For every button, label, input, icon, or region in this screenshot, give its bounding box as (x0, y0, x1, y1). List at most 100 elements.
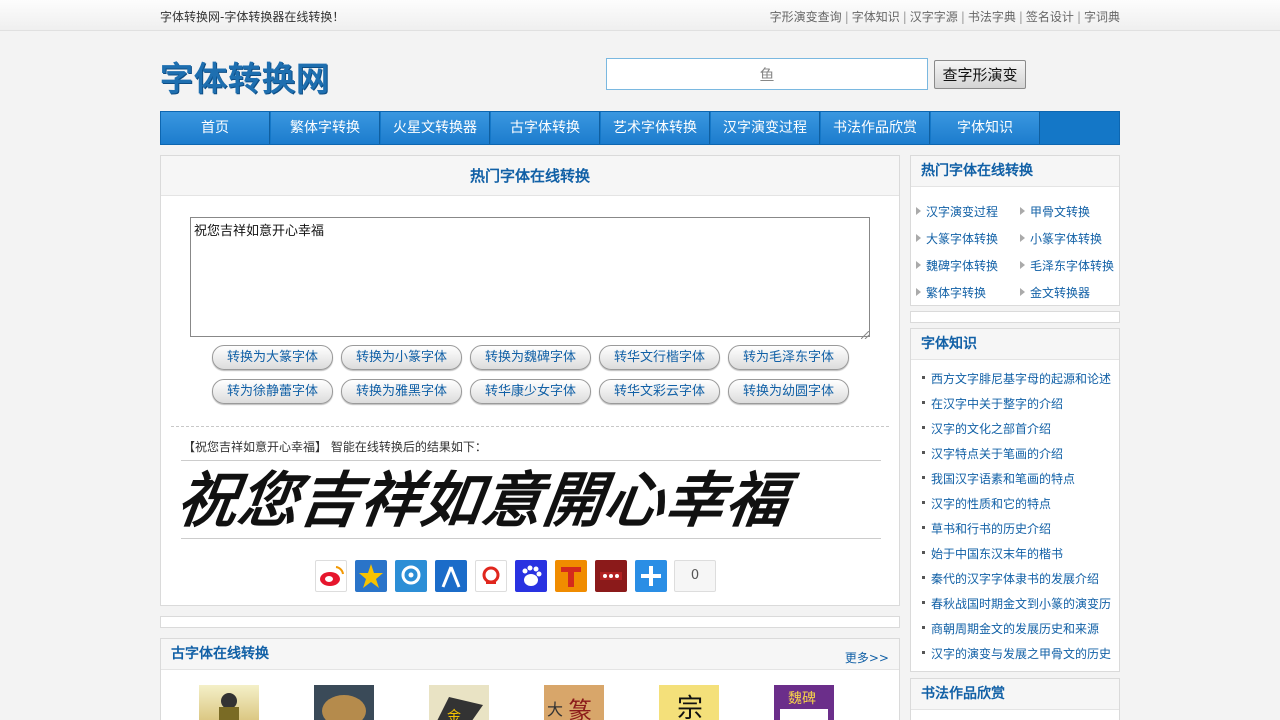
nav-calligraphy[interactable]: 书法作品欣赏 (821, 112, 930, 144)
triangle-bullet-icon (916, 207, 921, 215)
sidebar-hot-link[interactable]: 金文转换器 (1020, 284, 1090, 301)
bullet-icon (922, 501, 925, 504)
top-link-dictionary[interactable]: 字词典 (1084, 10, 1120, 24)
triangle-bullet-icon (1020, 234, 1025, 242)
convert-xujinglei-button[interactable]: 转为徐静蕾字体 (212, 379, 333, 404)
svg-text:金: 金 (447, 709, 461, 720)
triangle-bullet-icon (916, 234, 921, 242)
thumb-lishu[interactable]: 宗 (659, 685, 719, 720)
thumb-jinwen[interactable] (314, 685, 374, 720)
knowledge-link[interactable]: 汉字的文化之部首介绍 (922, 420, 1051, 437)
triangle-bullet-icon (916, 288, 921, 296)
baidu-icon[interactable] (515, 560, 547, 592)
ancient-font-panel: 古字体在线转换 更多>> 金 大篆 宗 魏碑 (160, 638, 900, 720)
bullet-icon (922, 601, 925, 604)
convert-maozedong-button[interactable]: 转为毛泽东字体 (728, 345, 849, 370)
result-calligraphy-image: 祝您吉祥如意開心幸福 (181, 465, 801, 535)
knowledge-link[interactable]: 商朝周期金文的发展历史和来源 (922, 620, 1099, 637)
top-bar: 字体转换网-字体转换器在线转换！ 字形演变查询 | 字体知识 | 汉字字源 | 书法字典 | 签… (0, 0, 1280, 31)
triangle-bullet-icon (1020, 207, 1025, 215)
convert-weibei-button[interactable]: 转换为魏碑字体 (470, 345, 591, 370)
result-input-echo: 【祝您吉祥如意开心幸福】 (183, 440, 328, 454)
knowledge-link[interactable]: 西方文字腓尼基字母的起源和论述 (922, 370, 1111, 387)
bullet-icon (922, 626, 925, 629)
sidebar-calligraphy-title: 书法作品欣赏 (911, 679, 1119, 710)
triangle-bullet-icon (1020, 288, 1025, 296)
triangle-bullet-icon (1020, 261, 1025, 269)
nav-art-font[interactable]: 艺术字体转换 (601, 112, 710, 144)
convert-dazhuan-button[interactable]: 转换为大篆字体 (212, 345, 333, 370)
nav-martian[interactable]: 火星文转换器 (381, 112, 490, 144)
knowledge-link[interactable]: 草书和行书的历史介绍 (922, 520, 1051, 537)
top-link-char-origin[interactable]: 汉字字源 (910, 10, 958, 24)
convert-yahei-button[interactable]: 转换为雅黑字体 (341, 379, 462, 404)
resize-handle[interactable] (860, 328, 870, 340)
knowledge-link[interactable]: 汉字特点关于笔画的介绍 (922, 445, 1063, 462)
bullet-icon (922, 526, 925, 529)
nav-home[interactable]: 首页 (161, 112, 270, 144)
convert-shaonv-button[interactable]: 转华康少女字体 (470, 379, 591, 404)
sidebar-calligraphy-panel: 书法作品欣赏 (910, 678, 1120, 720)
nav-evolution[interactable]: 汉字演变过程 (711, 112, 820, 144)
nav-ancient-font[interactable]: 古字体转换 (491, 112, 600, 144)
tianya-icon[interactable] (555, 560, 587, 592)
knowledge-link[interactable]: 秦代的汉字字体隶书的发展介绍 (922, 570, 1099, 587)
sidebar-hot-link[interactable]: 魏碑字体转换 (916, 257, 998, 274)
text-input[interactable]: 祝您吉祥如意开心幸福 (190, 217, 870, 337)
bullet-icon (922, 376, 925, 379)
knowledge-link[interactable]: 在汉字中关于整字的介绍 (922, 395, 1063, 412)
bullet-icon (922, 451, 925, 454)
svg-text:魏碑: 魏碑 (788, 691, 816, 707)
ancient-font-title: 古字体在线转换 (161, 639, 899, 670)
top-link-calligraphy-dict[interactable]: 书法字典 (968, 10, 1016, 24)
top-link-font-knowledge[interactable]: 字体知识 (852, 10, 900, 24)
knowledge-link[interactable]: 春秋战国时期金文到小篆的演变历 (922, 595, 1111, 612)
sidebar-hot-link[interactable]: 小篆字体转换 (1020, 230, 1102, 247)
svg-text:篆: 篆 (568, 697, 592, 720)
thumb-jiaguwen[interactable] (199, 685, 259, 720)
bullet-icon (922, 426, 925, 429)
renren-icon[interactable] (435, 560, 467, 592)
result-caption: 【祝您吉祥如意开心幸福】 智能在线转换后的结果如下： (183, 438, 487, 455)
thumb-dazhuan[interactable]: 金 (429, 685, 489, 720)
sidebar-hot-link[interactable]: 繁体字转换 (916, 284, 986, 301)
kaixin-icon[interactable] (595, 560, 627, 592)
bullet-icon (922, 551, 925, 554)
more-link[interactable]: 更多>> (845, 649, 889, 666)
search-input[interactable] (606, 58, 928, 90)
sidebar-hot-panel: 热门字体在线转换 汉字演变过程 甲骨文转换 大篆字体转换 小篆字体转换 魏碑字体… (910, 155, 1120, 306)
svg-text:大: 大 (547, 700, 563, 719)
knowledge-link[interactable]: 我国汉字语素和笔画的特点 (922, 470, 1075, 487)
divider (171, 426, 889, 427)
spacer-bar (160, 616, 900, 628)
knowledge-link[interactable]: 汉字的性质和它的特点 (922, 495, 1051, 512)
sidebar-hot-link[interactable]: 毛泽东字体转换 (1020, 257, 1114, 274)
result-box: 祝您吉祥如意開心幸福 (181, 460, 881, 539)
sidebar-hot-link[interactable]: 汉字演变过程 (916, 203, 998, 220)
convert-youyuan-button[interactable]: 转换为幼圆字体 (728, 379, 849, 404)
qzone-icon[interactable] (355, 560, 387, 592)
nav-traditional[interactable]: 繁体字转换 (271, 112, 380, 144)
convert-xiaozhuan-button[interactable]: 转换为小篆字体 (341, 345, 462, 370)
weibo-icon[interactable] (315, 560, 347, 592)
nav-font-knowledge[interactable]: 字体知识 (931, 112, 1040, 144)
thumb-xiaozhuan[interactable]: 大篆 (544, 685, 604, 720)
tencent-weibo-icon[interactable] (395, 560, 427, 592)
knowledge-link[interactable]: 始于中国东汉末年的楷书 (922, 545, 1063, 562)
search-button[interactable]: 查字形演变 (934, 60, 1026, 89)
top-link-evolution[interactable]: 字形演变查询 (770, 10, 842, 24)
knowledge-link[interactable]: 汉字的演变与发展之甲骨文的历史 (922, 645, 1111, 662)
bullet-icon (922, 476, 925, 479)
site-logo[interactable]: 字体转换网 (160, 52, 330, 100)
sidebar-hot-link[interactable]: 大篆字体转换 (916, 230, 998, 247)
thumb-weibei[interactable]: 魏碑 (774, 685, 834, 720)
sohu-icon[interactable] (475, 560, 507, 592)
bullet-icon (922, 401, 925, 404)
bullet-icon (922, 576, 925, 579)
more-share-icon[interactable] (635, 560, 667, 592)
convert-caiyun-button[interactable]: 转华文彩云字体 (599, 379, 720, 404)
site-slogan: 字体转换网-字体转换器在线转换！ (160, 10, 345, 24)
sidebar-hot-link[interactable]: 甲骨文转换 (1020, 203, 1090, 220)
top-link-signature-design[interactable]: 签名设计 (1026, 10, 1074, 24)
convert-xingkai-button[interactable]: 转华文行楷字体 (599, 345, 720, 370)
